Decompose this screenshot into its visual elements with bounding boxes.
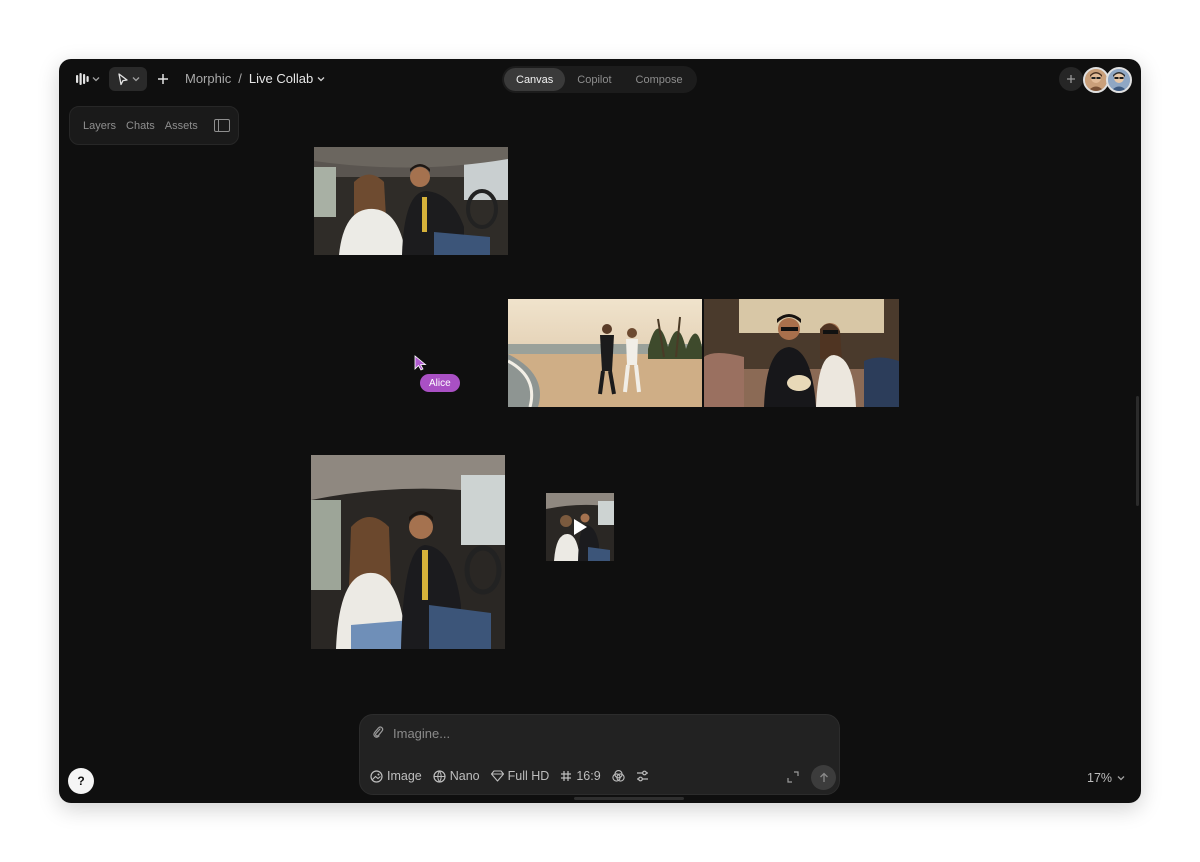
app-window: Morphic / Live Collab Canvas Copilot Com… (59, 59, 1141, 803)
model-label: Nano (449, 769, 480, 783)
chevron-down-icon (1117, 776, 1125, 781)
breadcrumb-project-dropdown[interactable]: Live Collab (249, 71, 325, 86)
chevron-down-icon (317, 76, 325, 81)
breadcrumb: Morphic / Live Collab (185, 71, 325, 86)
tab-layers[interactable]: Layers (83, 120, 116, 132)
globe-icon (433, 769, 446, 783)
select-tool-button[interactable] (109, 67, 147, 91)
aspect-ratio-label: 16:9 (576, 769, 601, 783)
prompt-composer: Image Nano Full HD 16:9 (359, 714, 840, 795)
send-button[interactable] (811, 765, 836, 790)
plus-icon (1067, 75, 1075, 83)
paperclip-icon[interactable] (371, 725, 385, 739)
canvas-image-couch-couple[interactable] (704, 299, 899, 407)
diamond-icon (490, 770, 504, 782)
prompt-options: Image Nano Full HD 16:9 (370, 769, 649, 783)
aspect-ratio-selector[interactable]: 16:9 (560, 769, 601, 783)
model-selector[interactable]: Nano (433, 769, 480, 783)
resolution-label: Full HD (507, 769, 550, 783)
collaborator-cursor-label: Alice (420, 374, 460, 392)
canvas-image-car-couple[interactable] (314, 147, 508, 255)
expand-icon[interactable] (786, 770, 800, 784)
type-label: Image (387, 769, 422, 783)
tab-assets[interactable]: Assets (165, 120, 198, 132)
avatar[interactable] (1106, 67, 1132, 93)
sidebar-toggle-icon[interactable] (213, 119, 230, 132)
pointer-icon (117, 72, 128, 85)
sidebar-tabs: Layers Chats Assets (69, 106, 239, 145)
logo-menu-button[interactable] (72, 67, 104, 91)
hash-icon (561, 771, 572, 781)
settings-button[interactable] (636, 770, 649, 782)
type-selector[interactable]: Image (370, 769, 422, 783)
tab-compose[interactable]: Compose (624, 68, 695, 91)
sliders-icon (636, 770, 648, 782)
canvas-video-thumbnail[interactable] (546, 493, 614, 561)
add-button[interactable] (154, 67, 172, 91)
tab-copilot[interactable]: Copilot (565, 68, 623, 91)
zoom-label: 17% (1087, 771, 1113, 785)
prompt-input[interactable] (391, 722, 815, 744)
bottom-handle (574, 797, 684, 800)
breadcrumb-project: Live Collab (248, 71, 314, 86)
resolution-selector[interactable]: Full HD (490, 769, 550, 783)
aperture-icon (612, 769, 625, 782)
tab-canvas[interactable]: Canvas (504, 68, 566, 91)
breadcrumb-workspace[interactable]: Morphic (185, 71, 231, 86)
tab-chats[interactable]: Chats (126, 120, 155, 132)
mode-switcher: Canvas Copilot Compose (502, 66, 697, 93)
logo-icon (76, 73, 89, 85)
invite-button[interactable] (1059, 67, 1083, 91)
help-button[interactable]: ? (68, 768, 94, 794)
image-icon (370, 769, 383, 783)
zoom-dropdown[interactable]: 17% (1087, 771, 1125, 785)
chevron-down-icon (92, 77, 100, 82)
arrow-up-icon (819, 772, 828, 782)
top-bar: Morphic / Live Collab Canvas Copilot Com… (59, 59, 1141, 101)
chevron-down-icon (132, 77, 139, 82)
canvas-image-car-couple-square[interactable] (311, 455, 505, 649)
style-button[interactable] (612, 769, 625, 783)
collaborator-cursor-icon (414, 355, 427, 371)
breadcrumb-separator: / (238, 71, 242, 86)
plus-icon (158, 74, 168, 84)
scrollbar[interactable] (1136, 396, 1139, 506)
canvas-image-beach-couple[interactable] (508, 299, 702, 407)
